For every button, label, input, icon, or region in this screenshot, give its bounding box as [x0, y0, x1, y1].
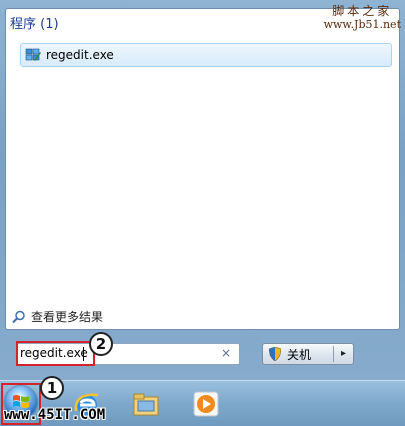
file-explorer-icon[interactable] [131, 389, 161, 419]
top-watermark-cn: 脚本之家 [332, 4, 393, 18]
shutdown-options-arrow-icon[interactable]: ▸ [341, 348, 346, 359]
search-highlight-frame [16, 341, 95, 366]
step-2-callout: 2 [89, 332, 113, 356]
shutdown-button[interactable]: 关机 ▸ [262, 343, 354, 365]
shutdown-divider [333, 346, 334, 362]
shutdown-label: 关机 [287, 347, 312, 362]
programs-section-header[interactable]: 程序 (1) [10, 13, 59, 32]
bottom-watermark: www.45IT.COM [4, 407, 106, 423]
step-1-callout: 1 [40, 376, 64, 400]
see-more-label: 查看更多结果 [31, 310, 104, 324]
see-more-results-link[interactable]: 查看更多结果 [12, 308, 103, 325]
top-watermark-url: www.Jb51.net [323, 18, 401, 31]
result-item-regedit[interactable]: regedit.exe [20, 43, 392, 67]
result-label: regedit.exe [46, 48, 114, 62]
shield-icon [269, 347, 281, 361]
top-watermark: 脚本之家 www.Jb51.net [324, 4, 401, 32]
media-player-icon[interactable] [191, 389, 221, 419]
clear-search-icon[interactable]: × [221, 347, 231, 359]
regedit-icon [25, 48, 41, 61]
magnifier-icon [12, 310, 25, 323]
